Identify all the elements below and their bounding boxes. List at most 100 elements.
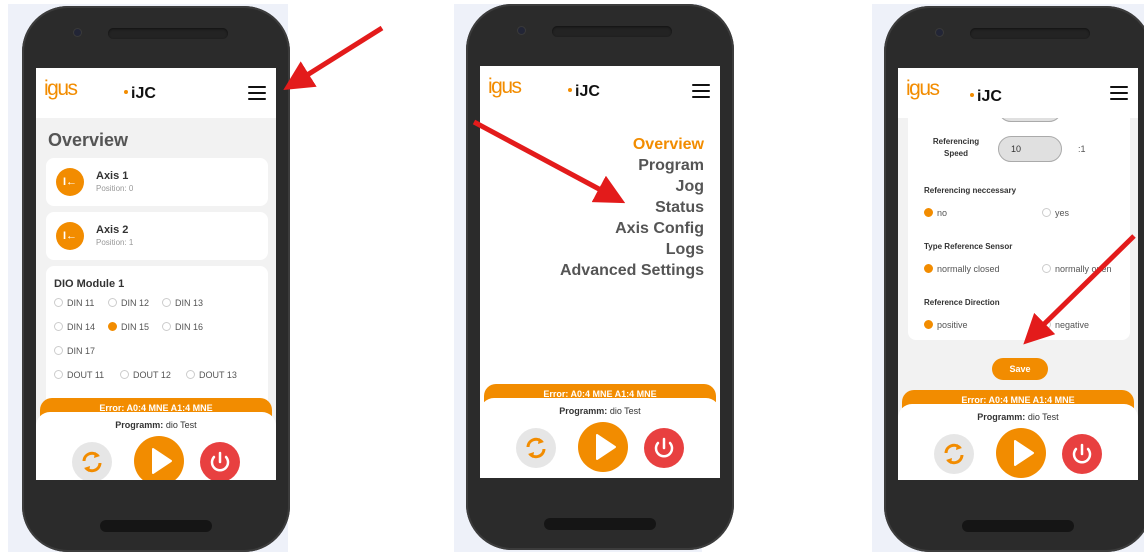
program-name: dio Test: [1027, 412, 1059, 422]
radio-selected-icon: [924, 208, 933, 218]
phone-menu: igus iJC Overview Program Jog Status Axi…: [466, 4, 734, 550]
axis-home-button[interactable]: I←: [56, 222, 84, 250]
igus-logo[interactable]: igus: [488, 75, 522, 99]
referencing-no-option[interactable]: no: [924, 208, 947, 218]
dio-input-din-12[interactable]: DIN 12: [108, 298, 149, 308]
menu-item-program[interactable]: Program: [560, 155, 704, 176]
speaker-grille: [552, 26, 672, 37]
sync-button[interactable]: [934, 434, 974, 474]
radio-icon: [162, 322, 171, 332]
brand-text: iJC: [131, 85, 156, 102]
dio-input-din-13[interactable]: DIN 13: [162, 298, 203, 308]
radio-icon: [54, 346, 63, 356]
page-title: Overview: [48, 130, 129, 150]
dio-output-dout-11[interactable]: DOUT 11: [54, 370, 104, 380]
hamburger-menu-icon[interactable]: [692, 84, 710, 98]
power-icon: [210, 451, 230, 472]
radio-icon: [54, 298, 63, 308]
brand-dot-icon: [970, 92, 974, 97]
play-button[interactable]: [578, 422, 628, 472]
dio-input-din-15[interactable]: DIN 15: [108, 322, 149, 332]
radio-selected-icon: [108, 322, 117, 332]
menu-item-advanced-settings[interactable]: Advanced Settings: [560, 260, 704, 281]
speaker-grille: [108, 28, 228, 39]
hamburger-menu-icon[interactable]: [1110, 86, 1128, 100]
radio-icon: [186, 370, 195, 380]
axis-card-2[interactable]: I← Axis 2 Position: 1: [46, 212, 268, 260]
dio-module-card: DIO Module 1 DIN 11 DIN 12 DIN 13 DIN 14…: [46, 266, 268, 416]
menu-item-jog[interactable]: Jog: [560, 176, 704, 197]
sync-button[interactable]: [516, 428, 556, 468]
radio-selected-icon: [924, 320, 933, 330]
radio-icon: [1042, 264, 1051, 274]
phone-bottom-bar: [544, 518, 656, 530]
axis-card-1[interactable]: I← Axis 1 Position: 0: [46, 158, 268, 206]
play-icon: [596, 434, 616, 460]
save-button[interactable]: Save: [992, 358, 1048, 380]
play-button[interactable]: [134, 436, 184, 480]
brand-text: iJC: [575, 83, 600, 100]
radio-icon: [162, 298, 171, 308]
menu-item-overview[interactable]: Overview: [560, 134, 704, 155]
brand-text: iJC: [977, 88, 1002, 105]
igus-logo[interactable]: igus: [906, 77, 940, 101]
program-name: dio Test: [165, 420, 197, 430]
igus-logo[interactable]: igus: [44, 77, 78, 101]
axis-position: Position: 0: [96, 184, 134, 193]
app-header: igus iJC: [898, 68, 1138, 118]
referencing-yes-option[interactable]: yes: [1042, 208, 1069, 218]
ijc-brand: iJC: [568, 83, 600, 101]
reference-sensor-label: Type Reference Sensor: [924, 242, 1013, 251]
control-panel: Programm: dio Test: [480, 398, 720, 478]
phone-overview: igus iJC Overview I← Axis 1 Position: 0 …: [22, 6, 290, 552]
dio-output-dout-13[interactable]: DOUT 13: [186, 370, 237, 380]
program-label: Programm:: [559, 406, 608, 416]
direction-positive-option[interactable]: positive: [924, 320, 968, 330]
axis-home-button[interactable]: I←: [56, 168, 84, 196]
axis-position: Position: 1: [96, 238, 134, 247]
radio-icon: [120, 370, 129, 380]
speaker-grille: [970, 28, 1090, 39]
phone-bottom-bar: [100, 520, 212, 532]
play-button[interactable]: [996, 428, 1046, 478]
power-button[interactable]: [200, 442, 240, 480]
dio-module-title: DIO Module 1: [54, 278, 125, 290]
radio-icon: [54, 370, 63, 380]
referencing-speed-input[interactable]: 10: [998, 136, 1062, 162]
ijc-brand: iJC: [970, 88, 1002, 106]
arrow-to-hamburger-icon: [283, 25, 384, 90]
nav-menu: Overview Program Jog Status Axis Config …: [560, 134, 704, 281]
program-label: Programm:: [115, 420, 164, 430]
referencing-speed-unit: :1: [1078, 144, 1086, 154]
radio-icon: [1042, 320, 1051, 330]
dio-input-din-11[interactable]: DIN 11: [54, 298, 94, 308]
program-label: Programm:: [977, 412, 1026, 422]
dio-input-din-16[interactable]: DIN 16: [162, 322, 203, 332]
direction-negative-option[interactable]: negative: [1042, 320, 1089, 330]
power-icon: [1072, 443, 1092, 464]
menu-item-axis-config[interactable]: Axis Config: [560, 218, 704, 239]
menu-item-logs[interactable]: Logs: [560, 239, 704, 260]
screen-axis-config: :1 igus iJC Referencing Speed 10 :1 Refe…: [898, 68, 1138, 480]
power-button[interactable]: [644, 428, 684, 468]
dio-output-dout-12[interactable]: DOUT 12: [120, 370, 171, 380]
sync-icon: [944, 443, 964, 465]
sync-icon: [526, 437, 546, 459]
sync-button[interactable]: [72, 442, 112, 480]
reference-direction-label: Reference Direction: [924, 298, 1000, 307]
sensor-normally-open-option[interactable]: normally open: [1042, 264, 1112, 274]
menu-item-status[interactable]: Status: [560, 197, 704, 218]
app-header: igus iJC: [36, 68, 276, 118]
dio-input-din-14[interactable]: DIN 14: [54, 322, 95, 332]
phone-axis-config: :1 igus iJC Referencing Speed 10 :1 Refe…: [884, 6, 1144, 552]
app-header: igus iJC: [480, 66, 720, 116]
brand-dot-icon: [124, 89, 128, 94]
radio-icon: [108, 298, 117, 308]
axis-name: Axis 2: [96, 224, 129, 236]
camera-icon: [936, 29, 943, 36]
hamburger-menu-icon[interactable]: [248, 86, 266, 100]
power-icon: [654, 437, 674, 458]
dio-input-din-17[interactable]: DIN 17: [54, 346, 95, 356]
sensor-normally-closed-option[interactable]: normally closed: [924, 264, 1000, 274]
power-button[interactable]: [1062, 434, 1102, 474]
